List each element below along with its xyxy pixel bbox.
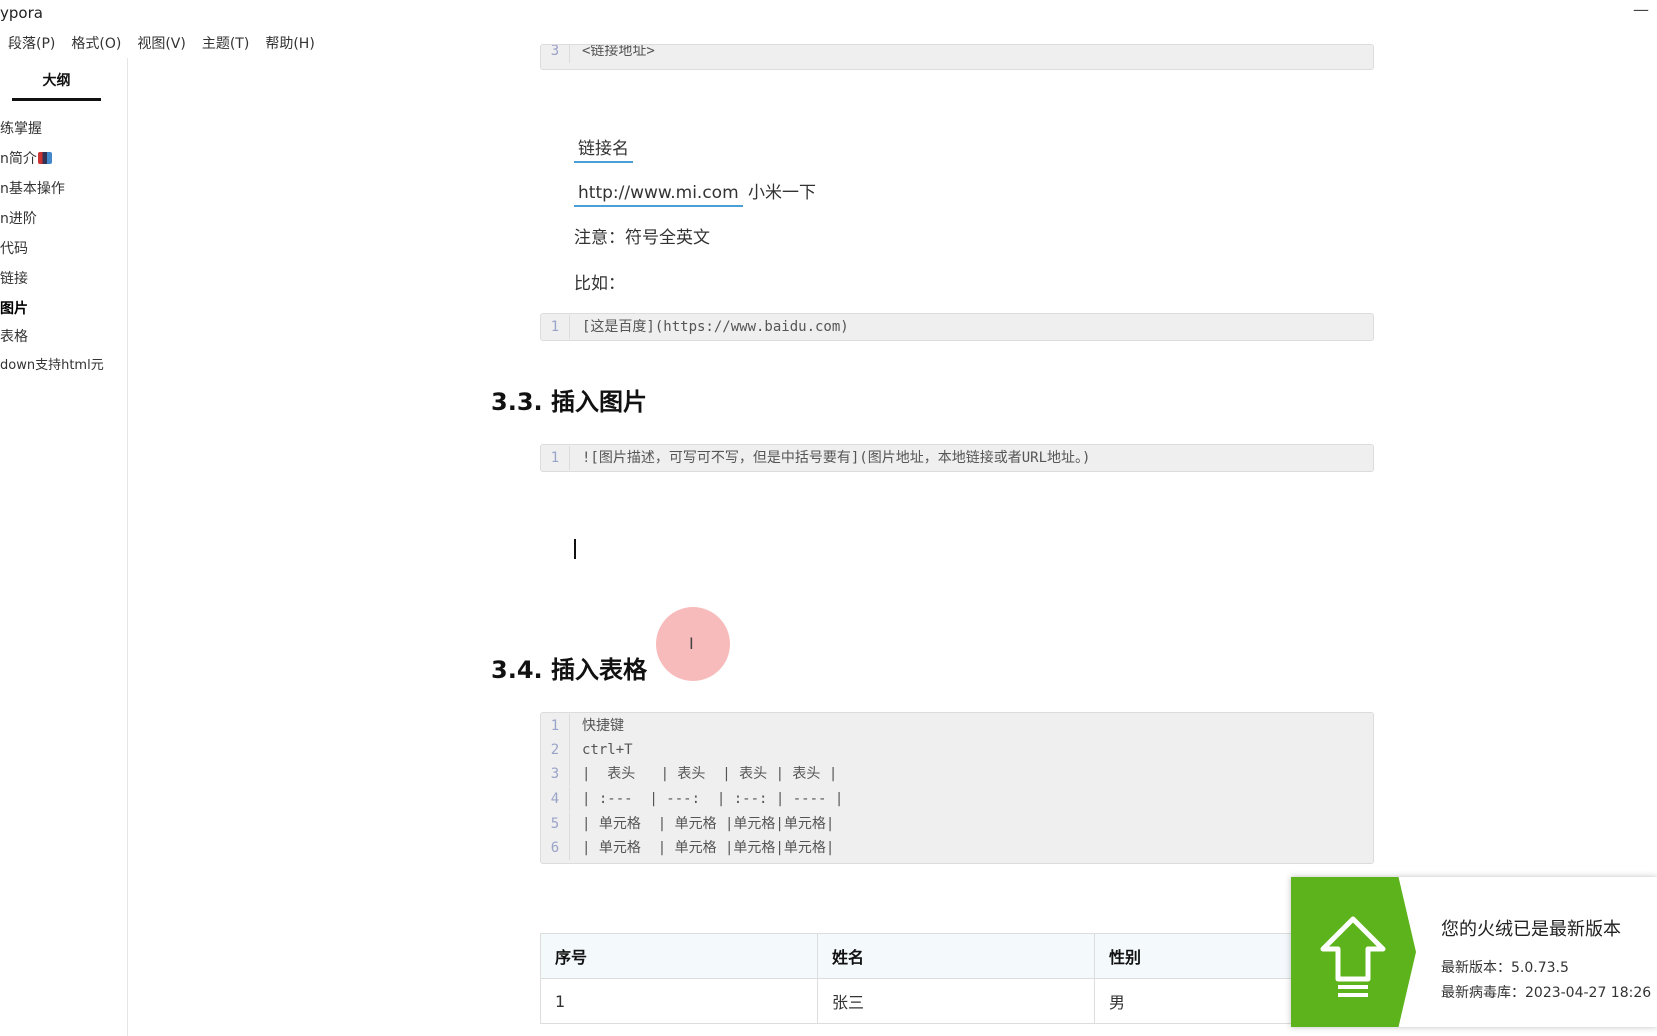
notification-version: 最新版本：5.0.73.5 [1441,960,1569,976]
outline-item[interactable]: 代码 [0,238,28,258]
outline-item[interactable]: down支持html元 [0,354,104,373]
outline-item[interactable]: n基本操作 [0,178,65,198]
update-notification[interactable]: 您的火绒已是最新版本 最新版本：5.0.73.5 最新病毒库：2023-04-2… [1291,877,1657,1027]
example-text: 比如： [574,274,625,294]
code-line: 6 | 单元格 | 单元格 |单元格|单元格| [541,836,1373,860]
table-cell[interactable]: 张三 [817,978,1095,1024]
table-header-cell[interactable]: 姓名 [817,933,1095,979]
menu-format[interactable]: 格式(O) [71,33,121,53]
notification-banner [1291,877,1416,1027]
table-header-row: 序号 姓名 性别 [540,933,1372,979]
menu-theme[interactable]: 主题(T) [202,33,249,53]
outline-sidebar: 大纲 练掌握 n简介 n基本操作 n进阶 代码 链接 图片 表格 down支持h… [0,58,128,1036]
ibeam-cursor-icon: I [689,634,694,653]
menu-bar: 段落(P) 格式(O) 视图(V) 主题(T) 帮助(H) [8,33,315,53]
table-header-cell[interactable]: 序号 [540,933,818,979]
code-block-table[interactable]: 1 快捷键 2 ctrl+T 3 | 表头 | 表头 | 表头 | 表头 | 4 | :… [540,712,1374,864]
app-title: ypora [0,4,43,22]
code-line: 3 <链接地址> [541,45,1373,63]
code-line: 1 [这是百度](https://www.baidu.com) [541,315,1373,339]
link-url[interactable]: http://www.mi.com [574,183,743,207]
note-text: 注意：符号全英文 [574,228,710,248]
menu-help[interactable]: 帮助(H) [265,33,314,53]
link-name-text[interactable]: 链接名 [574,134,633,163]
outline-item-active[interactable]: 图片 [0,298,28,318]
code-line: 2 ctrl+T [541,738,1373,762]
notification-virus-db: 最新病毒库：2023-04-27 18:26 [1441,985,1652,1001]
code-line: 3 | 表头 | 表头 | 表头 | 表头 | [541,762,1373,786]
outline-item[interactable]: 练掌握 [0,118,42,138]
code-line: 1 ![图片描述，可写可不写，但是中括号要有](图片地址，本地链接或者URL地址… [541,446,1373,470]
heading-insert-table: 3.4. 插入表格 [491,656,647,684]
minimize-button[interactable]: — [1633,0,1649,19]
outline-item[interactable]: 链接 [0,268,28,288]
code-block-image[interactable]: 1 ![图片描述，可写可不写，但是中括号要有](图片地址，本地链接或者URL地址… [540,444,1374,472]
outline-item[interactable]: 表格 [0,326,28,346]
code-line: 1 快捷键 [541,714,1373,738]
upgrade-arrow-icon [1320,916,1386,997]
link-line: http://www.mi.com 小米一下 [574,178,816,207]
tab-outline[interactable]: 大纲 [12,70,101,90]
text-cursor [574,539,576,559]
outline-item[interactable]: n进阶 [0,208,37,228]
table-row: 1 张三 男 [540,978,1372,1024]
notification-title: 您的火绒已是最新版本 [1441,919,1621,940]
code-block[interactable]: 3 <链接地址> [540,44,1374,70]
menu-paragraph[interactable]: 段落(P) [8,33,55,53]
menu-view[interactable]: 视图(V) [137,33,186,53]
heading-insert-image: 3.3. 插入图片 [491,388,647,416]
clapper-emoji-icon [37,152,52,164]
rendered-table: 序号 姓名 性别 1 张三 男 [540,933,1372,1024]
table-cell[interactable]: 1 [540,978,818,1024]
code-line: 4 | :--- | ---: | :--: | ---- | [541,787,1373,811]
tab-active-indicator [12,98,101,101]
code-line: 5 | 单元格 | 单元格 |单元格|单元格| [541,812,1373,836]
code-block-baidu[interactable]: 1 [这是百度](https://www.baidu.com) [540,313,1374,341]
outline-item[interactable]: n简介 [0,148,52,168]
